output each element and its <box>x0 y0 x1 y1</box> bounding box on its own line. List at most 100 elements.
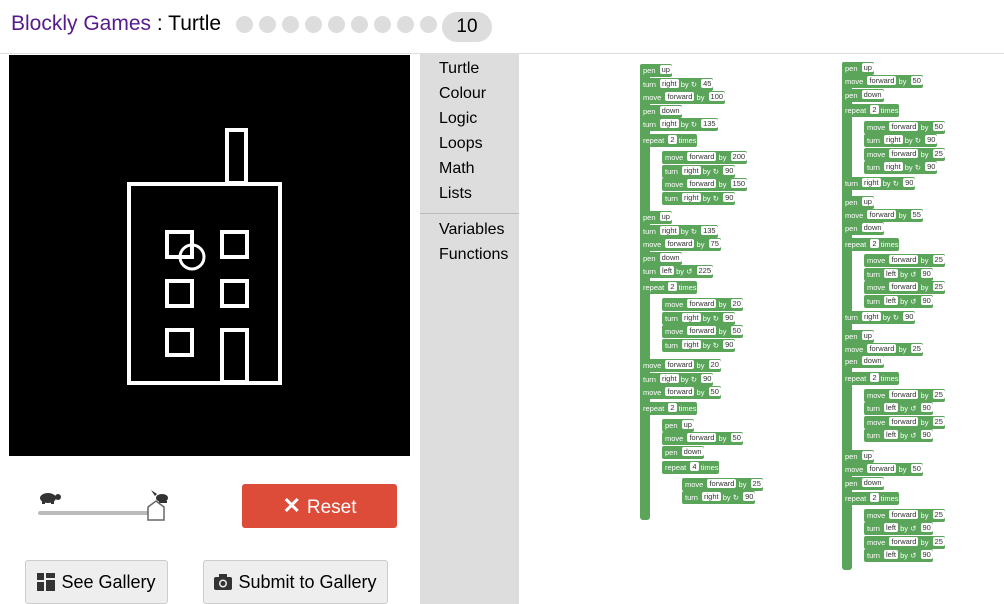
repeat-block[interactable]: repeat 2 times <box>640 134 697 147</box>
toolbox-category-functions[interactable]: Functions <box>439 246 508 264</box>
move-block[interactable]: move forward by 200 <box>662 151 748 164</box>
window <box>220 230 249 259</box>
app-name-link[interactable]: Blockly Games <box>11 12 151 35</box>
camera-icon <box>214 574 233 590</box>
move-block[interactable]: move forward by 25 <box>864 509 945 522</box>
turn-block[interactable]: turn right by ↻ 90 <box>662 339 736 352</box>
move-block[interactable]: move forward by 25 <box>864 254 945 267</box>
level-dot[interactable] <box>374 16 391 33</box>
repeat-block[interactable]: repeat 2 times <box>640 281 697 294</box>
level-dot[interactable] <box>397 16 414 33</box>
move-block[interactable]: move forward by 50 <box>864 121 945 134</box>
repeat-block[interactable]: repeat 2 times <box>842 104 899 117</box>
toolbox-category-math[interactable]: Math <box>439 160 475 178</box>
level-dot[interactable] <box>236 16 253 33</box>
pen-block[interactable]: pen down <box>640 105 682 118</box>
move-block[interactable]: move forward by 150 <box>662 178 748 191</box>
turn-block[interactable]: turn left by ↺ 90 <box>864 549 933 562</box>
window <box>165 279 194 308</box>
reset-button[interactable]: ✕ Reset <box>242 484 397 528</box>
see-gallery-button[interactable]: See Gallery <box>25 560 168 604</box>
turn-block[interactable]: turn left by ↺ 225 <box>640 265 714 278</box>
repeat-block[interactable]: repeat 2 times <box>842 372 899 385</box>
pen-block[interactable]: pen up <box>640 64 672 77</box>
move-block[interactable]: move forward by 25 <box>864 389 945 402</box>
speed-slider[interactable] <box>38 490 168 530</box>
turn-block[interactable]: turn left by ↺ 90 <box>864 295 933 308</box>
turtle-speed-icon <box>40 493 61 504</box>
move-block[interactable]: move forward by 50 <box>662 432 743 445</box>
turn-block[interactable]: turn right by ↻ 90 <box>864 161 938 174</box>
move-block[interactable]: move forward by 25 <box>864 148 945 161</box>
level-dot[interactable] <box>420 16 437 33</box>
turtle-drawing <box>127 128 282 385</box>
move-block[interactable]: move forward by 25 <box>682 478 763 491</box>
door <box>220 328 249 384</box>
see-gallery-label: See Gallery <box>61 571 156 592</box>
turn-block[interactable]: turn right by ↻ 135 <box>640 225 718 238</box>
blocks-workspace[interactable]: pen up turn right by ↻ 45 move forward b… <box>519 54 1004 604</box>
rabbit-speed-icon <box>151 490 168 503</box>
repeat-block[interactable]: repeat 4 times <box>662 461 719 474</box>
repeat-block[interactable]: repeat 2 times <box>640 402 697 415</box>
turn-block[interactable]: turn right by ↻ 90 <box>640 373 714 386</box>
level-dot[interactable] <box>282 16 299 33</box>
move-block[interactable]: move forward by 50 <box>640 386 721 399</box>
repeat-block[interactable]: repeat 2 times <box>842 238 899 251</box>
pen-block[interactable]: pen up <box>842 196 874 209</box>
move-block[interactable]: move forward by 50 <box>662 325 743 338</box>
move-block[interactable]: move forward by 75 <box>640 238 721 251</box>
turn-block[interactable]: turn right by ↻ 90 <box>662 192 736 205</box>
level-dot[interactable] <box>328 16 345 33</box>
turn-block[interactable]: turn right by ↻ 90 <box>682 491 756 504</box>
game-name: Turtle <box>168 12 222 35</box>
move-block[interactable]: move forward by 55 <box>842 209 923 222</box>
turn-block[interactable]: turn right by ↻ 90 <box>842 311 916 324</box>
toolbox-category-colour[interactable]: Colour <box>439 85 486 103</box>
turn-block[interactable]: turn left by ↺ 90 <box>864 268 933 281</box>
pen-block[interactable]: pen down <box>842 355 884 368</box>
level-dot[interactable] <box>305 16 322 33</box>
turn-block[interactable]: turn right by ↻ 135 <box>640 118 718 131</box>
pen-block[interactable]: pen down <box>662 446 704 459</box>
turn-block[interactable]: turn right by ↻ 90 <box>864 134 938 147</box>
move-block[interactable]: move forward by 25 <box>864 536 945 549</box>
move-block[interactable]: move forward by 20 <box>662 298 743 311</box>
turn-block[interactable]: turn left by ↺ 90 <box>864 522 933 535</box>
toolbox-category-loops[interactable]: Loops <box>439 135 483 153</box>
page-title: Blockly Games : Turtle <box>11 12 221 36</box>
chimney <box>225 128 248 185</box>
level-dot[interactable] <box>351 16 368 33</box>
turn-block[interactable]: turn right by ↻ 90 <box>662 312 736 325</box>
pen-block[interactable]: pen down <box>842 477 884 490</box>
repeat-block[interactable]: repeat 2 times <box>842 492 899 505</box>
reset-label: Reset <box>306 497 357 518</box>
turn-block[interactable]: turn right by ↻ 90 <box>662 165 736 178</box>
pen-block[interactable]: pen up <box>842 330 874 343</box>
window <box>220 279 249 308</box>
move-block[interactable]: move forward by 25 <box>864 281 945 294</box>
pen-block[interactable]: pen down <box>640 252 682 265</box>
move-block[interactable]: move forward by 50 <box>842 75 923 88</box>
pen-block[interactable]: pen up <box>842 450 874 463</box>
pen-block[interactable]: pen up <box>662 419 694 432</box>
current-level-badge[interactable]: 10 <box>442 12 492 42</box>
toolbox-category-lists[interactable]: Lists <box>439 185 472 203</box>
move-block[interactable]: move forward by 50 <box>842 463 923 476</box>
move-block[interactable]: move forward by 100 <box>640 91 726 104</box>
move-block[interactable]: move forward by 20 <box>640 359 721 372</box>
pen-block[interactable]: pen down <box>842 222 884 235</box>
toolbox-category-variables[interactable]: Variables <box>439 221 505 239</box>
pen-block[interactable]: pen down <box>842 89 884 102</box>
submit-to-gallery-button[interactable]: Submit to Gallery <box>203 560 388 604</box>
pen-block[interactable]: pen up <box>842 62 874 75</box>
turn-block[interactable]: turn left by ↺ 90 <box>864 429 933 442</box>
toolbox-category-logic[interactable]: Logic <box>439 110 477 128</box>
toolbox-category-turtle[interactable]: Turtle <box>439 60 479 78</box>
level-dot[interactable] <box>259 16 276 33</box>
pen-block[interactable]: pen up <box>640 211 672 224</box>
turn-block[interactable]: turn left by ↺ 90 <box>864 402 933 415</box>
turn-block[interactable]: turn right by ↻ 90 <box>842 177 916 190</box>
turn-block[interactable]: turn right by ↻ 45 <box>640 78 714 91</box>
move-block[interactable]: move forward by 25 <box>864 416 945 429</box>
